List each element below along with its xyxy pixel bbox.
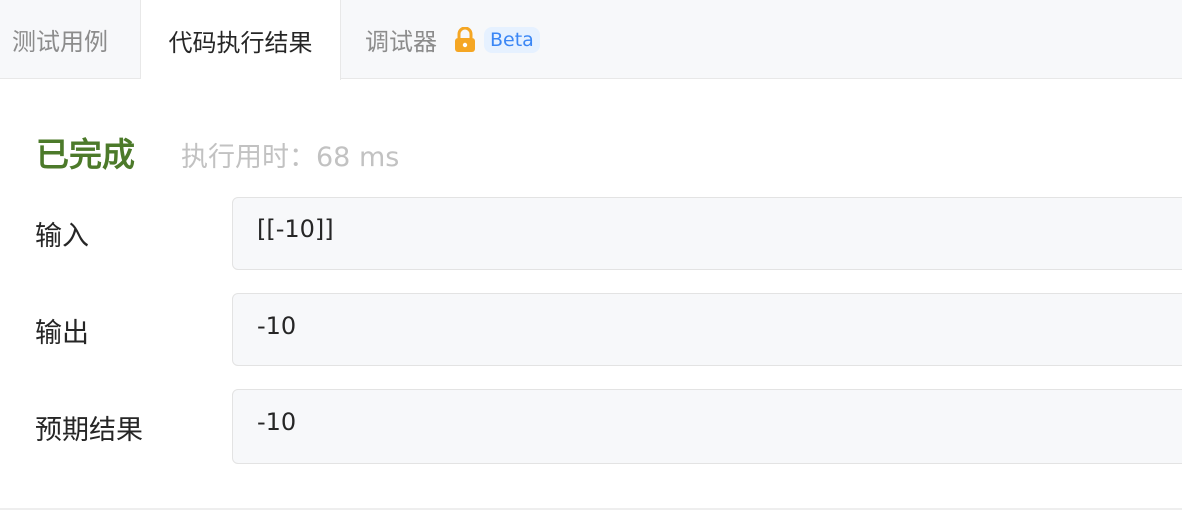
runtime-text: 执行用时：68 ms [181, 142, 400, 173]
expected-value-box[interactable]: -10 [232, 389, 1182, 464]
tab-test-cases-label: 测试用例 [12, 28, 108, 56]
status-label: 已完成 [36, 135, 135, 174]
output-label: 输出 [35, 318, 89, 349]
tab-test-cases[interactable]: 测试用例 [0, 0, 141, 79]
result-status-row: 已完成 执行用时：68 ms [36, 128, 399, 176]
tab-debugger[interactable]: 调试器 Beta [365, 0, 540, 79]
tab-execution-result-label: 代码执行结果 [168, 28, 313, 57]
input-value: [[-10]] [257, 214, 334, 243]
expected-value: -10 [257, 407, 297, 436]
expected-label: 预期结果 [35, 415, 143, 446]
output-value: -10 [257, 311, 297, 340]
beta-badge: Beta [484, 26, 540, 53]
tab-bar: 测试用例 代码执行结果 调试器 Beta [0, 0, 1182, 80]
tab-execution-result[interactable]: 代码执行结果 [141, 0, 341, 80]
input-value-box[interactable]: [[-10]] [232, 197, 1182, 270]
bottom-divider [0, 508, 1182, 510]
input-label: 输入 [35, 221, 89, 252]
lock-icon [453, 26, 477, 53]
output-value-box[interactable]: -10 [232, 293, 1182, 366]
tab-debugger-label: 调试器 [365, 28, 437, 56]
